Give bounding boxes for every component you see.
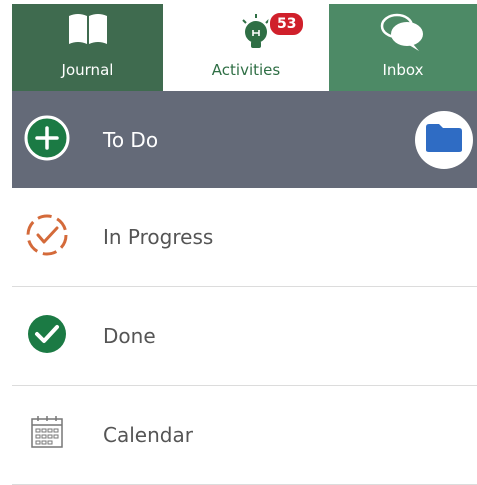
tab-journal[interactable]: Journal [12, 4, 163, 91]
list-item-in-progress[interactable]: In Progress [12, 188, 477, 287]
tab-bar: Journal 53 Activities Inbox [12, 4, 477, 91]
list-item-label: In Progress [103, 225, 214, 249]
activities-count-badge: 53 [268, 11, 306, 37]
tab-inbox-label: Inbox [382, 61, 424, 79]
tab-activities[interactable]: 53 Activities [163, 4, 329, 91]
list-item-label: Calendar [103, 423, 193, 447]
tab-inbox[interactable]: Inbox [329, 4, 477, 91]
list-item-done[interactable]: Done [12, 287, 477, 386]
tab-activities-label: Activities [211, 61, 281, 79]
tab-journal-label: Journal [61, 61, 114, 79]
chat-bubbles-icon [379, 12, 427, 56]
list-item-label: Done [103, 324, 156, 348]
list-item-calendar[interactable]: Calendar [12, 386, 477, 485]
folder-icon [425, 123, 463, 157]
progress-check-icon [24, 212, 70, 262]
folder-button[interactable] [415, 110, 473, 169]
book-icon [67, 12, 109, 50]
list-item-todo[interactable]: To Do [12, 91, 477, 188]
activity-list: To Do In Progress Done Calendar [12, 91, 477, 485]
calendar-icon [24, 410, 70, 460]
check-circle-icon [24, 311, 70, 361]
plus-circle-icon[interactable] [24, 115, 70, 165]
list-item-label: To Do [103, 127, 159, 152]
